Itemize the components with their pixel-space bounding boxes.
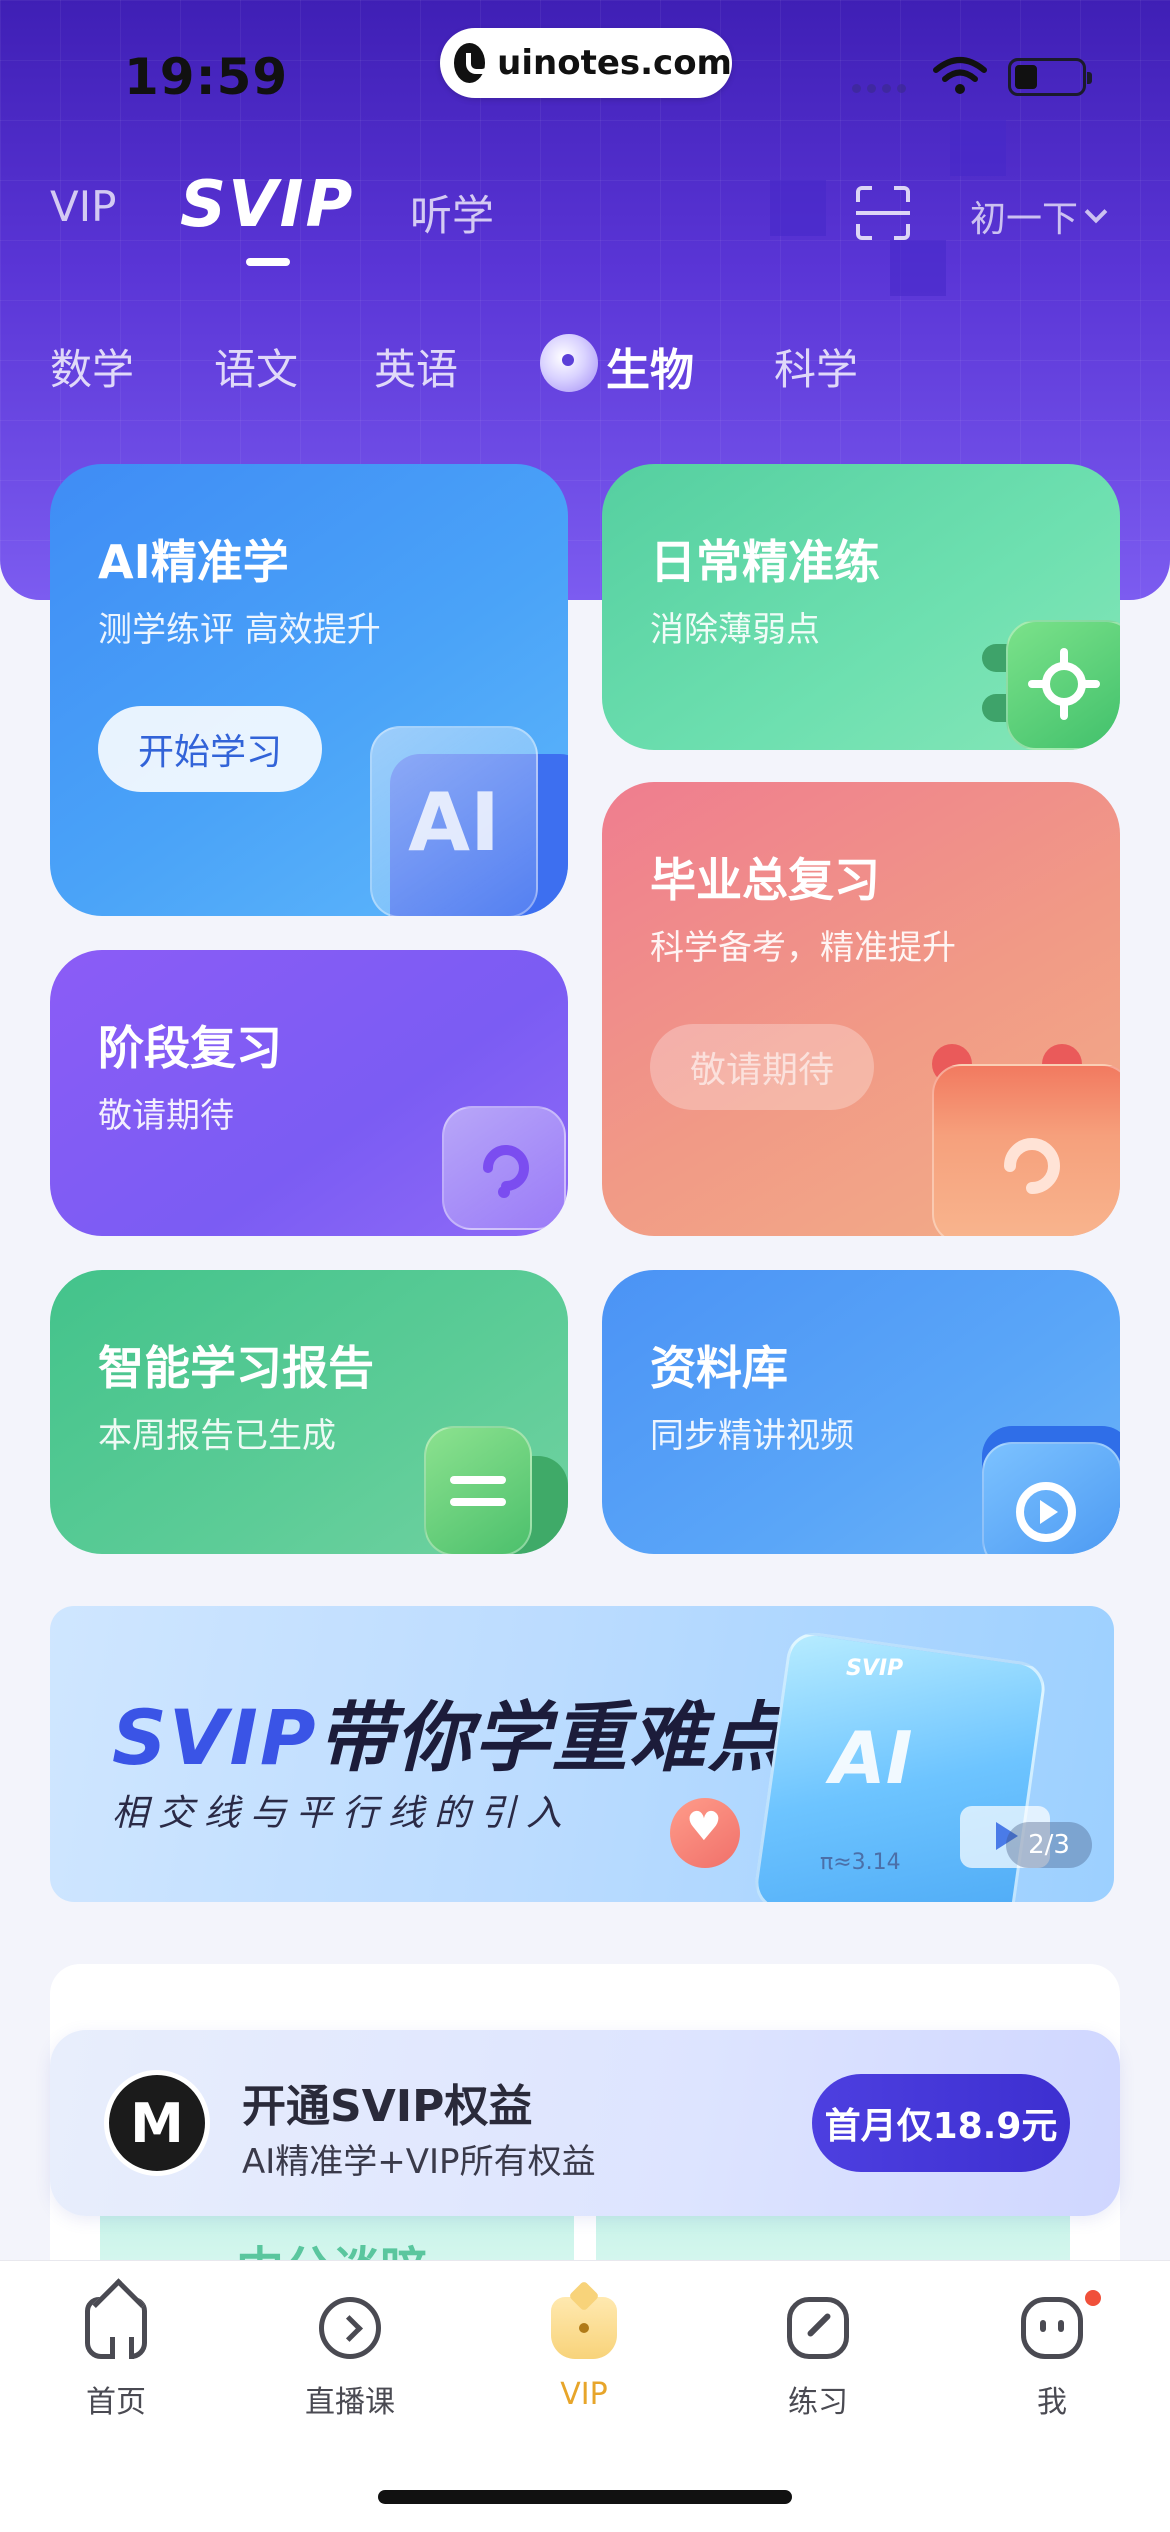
banner-subtitle: 相交线与平行线的引入 [112,1793,573,1834]
report-icon [424,1426,532,1554]
pencil-icon [787,2297,849,2359]
video-folder-icon [982,1442,1120,1554]
nav-label: 练习 [788,2385,848,2420]
watermark-text: uinotes.com [497,43,732,83]
card-daily-practice[interactable]: 日常精准练 消除薄弱点 [602,464,1120,750]
review-icon [442,1106,566,1230]
calendar-icon [932,1064,1120,1236]
signal-icon [852,84,906,93]
decor-square [950,120,1006,176]
nav-label: 我 [1037,2385,1067,2420]
banner-art-ai: AI [830,1716,913,1800]
svip-offer-title: 开通SVIP权益 [242,2081,533,2132]
home-icon [85,2297,147,2359]
grade-label: 初一下 [970,199,1079,240]
target-icon [1006,620,1120,750]
scan-icon[interactable] [856,186,910,240]
banner-page-indicator: 2/3 [1006,1822,1092,1868]
card-stage-review[interactable]: 阶段复习 敬请期待 [50,950,568,1236]
banner-title: SVIP带你学重难点 [112,1676,786,1786]
banner-art-brand: SVIP [846,1656,904,1681]
subject-english[interactable]: 英语 [374,336,458,397]
card-subtitle: 测学练评 高效提升 [98,610,381,650]
watermark-badge: uinotes.com [440,28,732,98]
svip-offer-subtitle: AI精准学+VIP所有权益 [242,2142,596,2182]
svip-offer-bar[interactable]: M 开通SVIP权益 AI精准学+VIP所有权益 首月仅18.9元 [50,2030,1120,2216]
active-tab-indicator [246,258,290,266]
face-icon [1021,2297,1083,2359]
tab-svip[interactable]: SVIP [180,168,354,242]
ai-badge-text: AI [408,775,500,869]
subscribe-button[interactable]: 首月仅18.9元 [812,2074,1070,2172]
card-ai-precision-learning[interactable]: AI精准学 测学练评 高效提升 开始学习 AI [50,464,568,916]
card-title: 资料库 [650,1341,788,1395]
card-title: 智能学习报告 [98,1341,374,1395]
nav-home[interactable]: 首页 [36,2297,196,2421]
subject-biology[interactable]: 生物 [606,334,694,398]
tab-vip[interactable]: VIP [50,182,116,231]
nav-label: 直播课 [305,2385,395,2420]
card-resource-library[interactable]: 资料库 同步精讲视频 [602,1270,1120,1554]
ai-badge-icon: AI [370,726,538,916]
nav-label: 首页 [86,2385,146,2420]
nav-label: VIP [560,2377,608,2412]
promo-banner[interactable]: SVIP带你学重难点 相交线与平行线的引入 SVIP AI π≈3.14 2/3 [50,1606,1114,1902]
decor-square [890,240,946,296]
app-screen: 19:59 uinotes.com VIP SVIP 听学 初一下 数学 语文 … [0,0,1170,2532]
biology-icon [540,334,598,392]
card-subtitle: 敬请期待 [98,1096,234,1136]
subject-math[interactable]: 数学 [50,336,134,397]
card-title: 毕业总复习 [650,853,880,907]
card-subtitle: 同步精讲视频 [650,1416,854,1456]
banner-art-formula: π≈3.14 [820,1850,901,1875]
nav-live-class[interactable]: 直播课 [270,2297,430,2421]
nav-me[interactable]: 我 [972,2297,1132,2421]
card-title: 日常精准练 [650,535,880,589]
home-indicator [378,2490,792,2504]
heart-bubble-icon [670,1798,740,1868]
card-graduation-review[interactable]: 毕业总复习 科学备考，精准提升 敬请期待 [602,782,1120,1236]
tab-listen[interactable]: 听学 [410,182,494,243]
nav-practice[interactable]: 练习 [738,2297,898,2421]
live-icon [319,2297,381,2359]
subject-science[interactable]: 科学 [774,336,858,397]
brand-logo-icon: M [104,2070,210,2176]
status-time: 19:59 [124,48,289,106]
card-title: 阶段复习 [98,1021,282,1075]
card-subtitle: 科学备考，精准提升 [650,928,956,968]
card-title: AI精准学 [98,535,289,589]
banner-title-brand: SVIP [112,1693,318,1782]
wifi-icon [933,57,987,94]
card-subtitle: 消除薄弱点 [650,610,820,650]
nav-vip[interactable]: VIP [504,2297,664,2412]
start-learning-button[interactable]: 开始学习 [98,706,322,792]
notification-dot [1085,2290,1101,2306]
card-smart-report[interactable]: 智能学习报告 本周报告已生成 [50,1270,568,1554]
decor-square [770,180,826,236]
card-subtitle: 本周报告已生成 [98,1416,336,1456]
banner-title-rest: 带你学重难点 [317,1693,786,1782]
watermark-logo-icon [454,43,493,83]
chevron-down-icon [1084,200,1108,224]
coming-soon-button[interactable]: 敬请期待 [650,1024,874,1110]
crown-icon [551,2297,617,2359]
battery-icon [1008,58,1092,96]
grade-selector[interactable]: 初一下 [970,190,1108,242]
subject-chinese[interactable]: 语文 [214,336,298,397]
